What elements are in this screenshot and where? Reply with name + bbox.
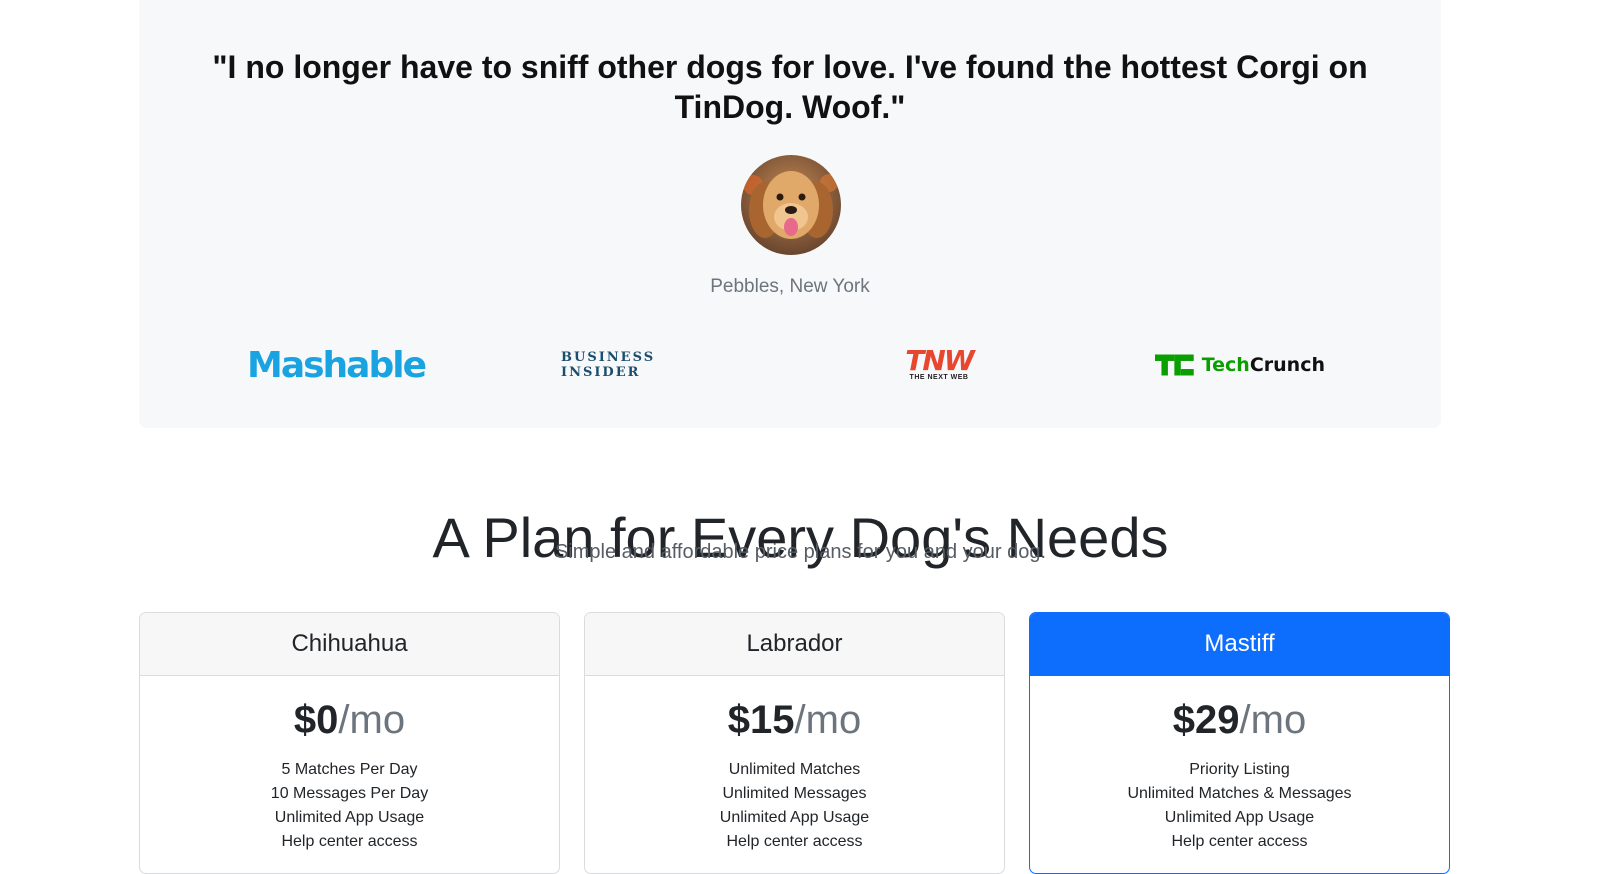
plan-price: $29/mo — [1172, 698, 1307, 742]
testimonial-section: "I no longer have to sniff other dogs fo… — [139, 0, 1441, 428]
feature-item: 10 Messages Per Day — [270, 785, 429, 802]
plan-card-mastiff: Mastiff $29/mo Priority Listing Unlimite… — [1029, 612, 1450, 874]
feature-item: Unlimited Matches & Messages — [1127, 785, 1352, 802]
business-insider-logo: BUSINESS INSIDER — [561, 350, 656, 380]
pricing-subtitle: Simple and affordable price plans for yo… — [554, 541, 1047, 563]
feature-item: Help center access — [281, 833, 418, 850]
plan-card-chihuahua: Chihuahua $0/mo 5 Matches Per Day 10 Mes… — [139, 612, 560, 874]
plan-features: 5 Matches Per Day 10 Messages Per Day Un… — [140, 758, 559, 854]
plan-price: $15/mo — [727, 698, 862, 742]
techcrunch-icon — [1155, 354, 1194, 376]
plan-name: Mastiff — [1030, 613, 1449, 676]
plan-name: Chihuahua — [140, 613, 559, 676]
quote-line-1: "I no longer have to sniff other dogs fo… — [212, 48, 1368, 85]
feature-item: Unlimited App Usage — [1164, 809, 1315, 826]
feature-item: Unlimited Matches — [728, 761, 861, 778]
feature-item: 5 Matches Per Day — [281, 761, 418, 778]
testimonial-quote: "I no longer have to sniff other dogs fo… — [139, 47, 1441, 127]
plan-card-labrador: Labrador $15/mo Unlimited Matches Unlimi… — [584, 612, 1005, 874]
plan-features: Priority Listing Unlimited Matches & Mes… — [1030, 758, 1449, 854]
testimonial-author: Pebbles, New York — [710, 276, 870, 297]
plan-name: Labrador — [585, 613, 1004, 676]
feature-item: Unlimited App Usage — [719, 809, 870, 826]
plan-features: Unlimited Matches Unlimited Messages Unl… — [585, 758, 1004, 854]
feature-item: Unlimited Messages — [722, 785, 867, 802]
feature-item: Priority Listing — [1189, 761, 1290, 778]
dog-avatar — [741, 155, 841, 255]
feature-item: Help center access — [726, 833, 863, 850]
mashable-logo: Mashable — [247, 344, 427, 386]
tnw-logo: TNW THE NEXT WEB — [905, 344, 974, 382]
quote-line-2: TinDog. Woof." — [674, 88, 906, 125]
feature-item: Help center access — [1171, 833, 1308, 850]
techcrunch-logo: TechCrunch — [1155, 340, 1325, 390]
plan-price: $0/mo — [293, 698, 406, 742]
feature-item: Unlimited App Usage — [274, 809, 425, 826]
